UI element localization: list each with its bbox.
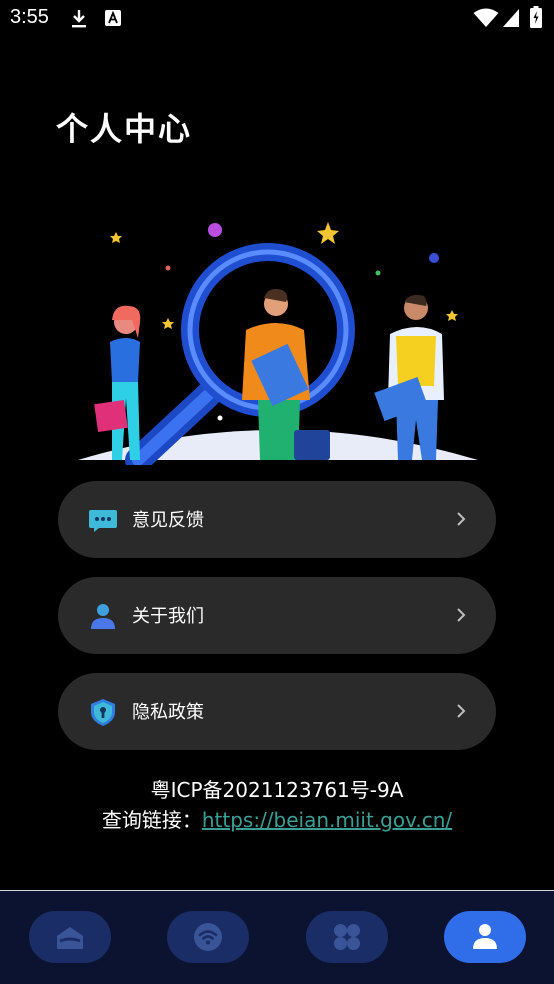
chevron-right-icon	[457, 608, 466, 622]
status-time: 3:55	[10, 6, 49, 28]
battery-icon	[530, 6, 542, 28]
query-link[interactable]: https://beian.miit.gov.cn/	[202, 808, 452, 832]
nav-tab-network[interactable]	[167, 911, 249, 963]
person-icon	[473, 924, 497, 949]
status-bar: 3:55	[0, 0, 554, 38]
menu-item-feedback[interactable]: 意见反馈	[58, 481, 496, 558]
menu-item-about-us[interactable]: 关于我们	[58, 577, 496, 654]
feedback-chat-icon	[89, 510, 117, 532]
profile-screen: 3:55 个人中心 意见反馈 关于我们 隐私政策 粤ICP备2021123761…	[0, 0, 554, 984]
shield-lock-icon	[91, 699, 115, 726]
hero-illustration	[78, 222, 478, 465]
icp-record-text: 粤ICP备2021123761号-9A	[150, 778, 404, 802]
menu-item-label: 隐私政策	[132, 702, 204, 723]
apps-grid-icon	[334, 924, 360, 950]
nav-tab-apps[interactable]	[306, 911, 388, 963]
bottom-nav	[0, 891, 554, 984]
wifi-icon	[194, 923, 222, 951]
menu-item-privacy-policy[interactable]: 隐私政策	[58, 673, 496, 750]
home-icon	[57, 927, 83, 949]
menu-item-label: 意见反馈	[132, 510, 204, 531]
query-link-label: 查询链接：	[101, 808, 202, 832]
page-title: 个人中心	[56, 110, 193, 148]
query-link-row: 查询链接：https://beian.miit.gov.cn/	[0, 804, 554, 833]
text-a-icon	[105, 10, 121, 26]
wifi-icon	[473, 8, 499, 27]
person-icon	[91, 604, 115, 629]
download-icon	[72, 10, 86, 28]
chevron-right-icon	[457, 512, 466, 526]
chevron-right-icon	[457, 704, 466, 718]
menu-item-label: 关于我们	[132, 606, 204, 627]
nav-tab-home[interactable]	[29, 911, 111, 963]
nav-tab-profile[interactable]	[444, 911, 526, 963]
signal-icon	[503, 9, 519, 27]
